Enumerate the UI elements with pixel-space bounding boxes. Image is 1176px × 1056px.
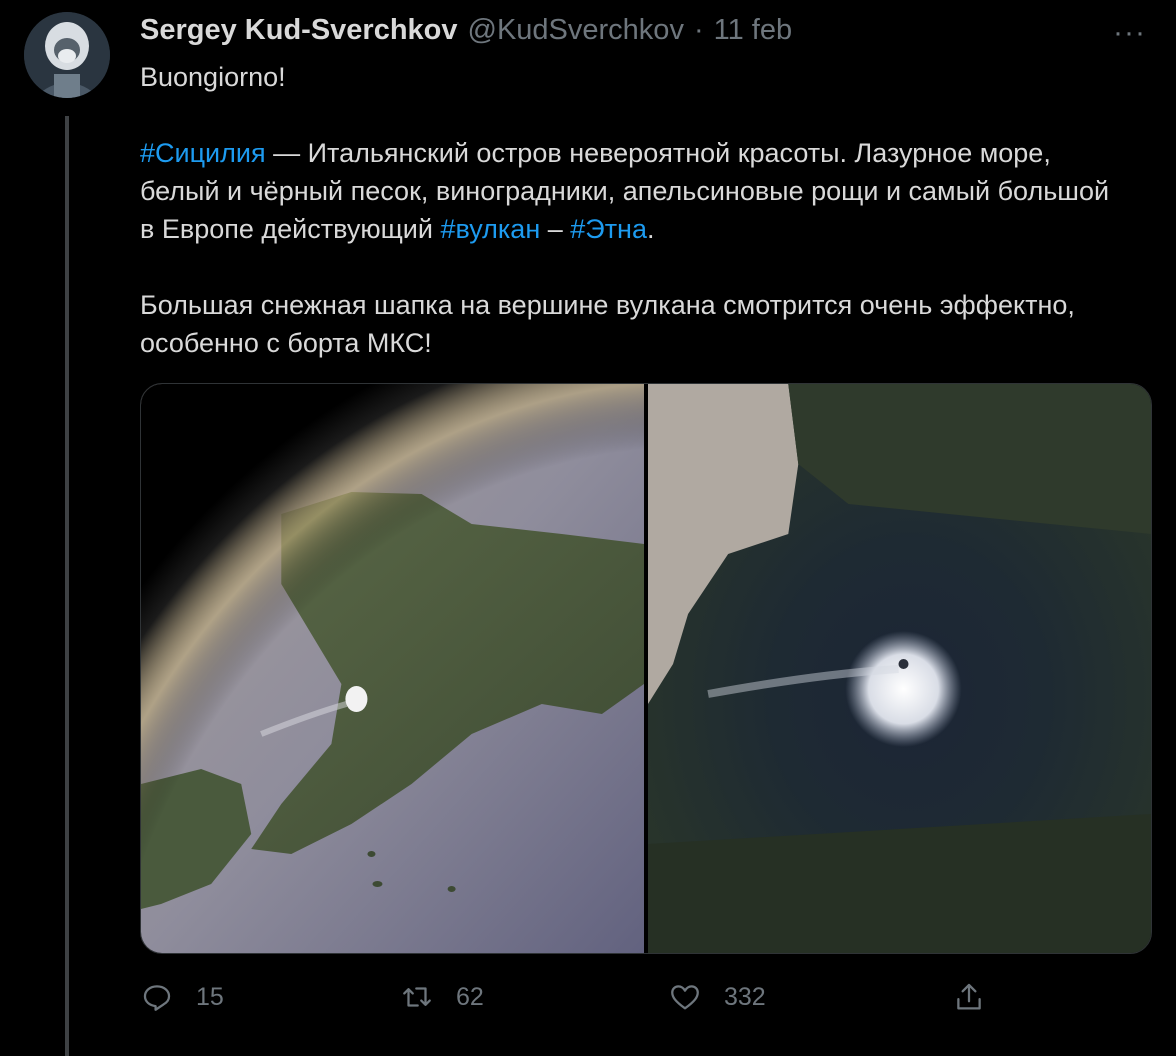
like-count: 332	[724, 982, 766, 1011]
media-gallery	[140, 383, 1152, 954]
astronaut-avatar-image	[24, 12, 110, 98]
tweet-date[interactable]: 11 feb	[714, 14, 792, 47]
separator: ·	[693, 14, 704, 46]
tweet-actions: 15 62 332	[140, 975, 1000, 1019]
more-options-icon[interactable]: ···	[1113, 16, 1146, 50]
reply-button[interactable]: 15	[140, 975, 224, 1019]
paragraph-sicily: #Сицилия — Итальянский остров невероятно…	[140, 134, 1130, 248]
author-name[interactable]: Sergey Kud-Sverchkov	[140, 14, 458, 47]
etna-snowcap-photo[interactable]	[648, 384, 1151, 953]
retweet-button[interactable]: 62	[400, 975, 484, 1019]
like-icon	[671, 985, 699, 1010]
author-handle[interactable]: @KudSverchkov	[468, 14, 684, 47]
tweet-header: Sergey Kud-Sverchkov @KudSverchkov · 11 …	[140, 14, 792, 47]
like-button[interactable]: 332	[668, 975, 766, 1019]
paragraph-text-2: –	[540, 214, 571, 244]
tweet: Sergey Kud-Sverchkov @KudSverchkov · 11 …	[0, 0, 1176, 1056]
thread-line	[65, 116, 69, 1056]
sicily-from-orbit-photo[interactable]	[141, 384, 644, 953]
avatar[interactable]	[24, 12, 110, 98]
hashtag-etna[interactable]: #Этна	[570, 214, 647, 244]
reply-icon	[143, 985, 171, 1011]
hashtag-sicily[interactable]: #Сицилия	[140, 138, 266, 168]
retweet-count: 62	[456, 982, 484, 1011]
tweet-text: Buongiorno! #Сицилия — Итальянский остро…	[140, 58, 1130, 362]
paragraph-text-3: .	[646, 214, 655, 244]
share-button[interactable]	[952, 975, 986, 1019]
greeting-text: Buongiorno!	[140, 62, 286, 92]
paragraph-snowcap: Большая снежная шапка на вершине вулкана…	[140, 290, 1075, 358]
retweet-icon	[403, 987, 431, 1007]
share-icon	[957, 983, 981, 1010]
hashtag-volcano[interactable]: #вулкан	[440, 214, 540, 244]
reply-count: 15	[196, 982, 224, 1011]
